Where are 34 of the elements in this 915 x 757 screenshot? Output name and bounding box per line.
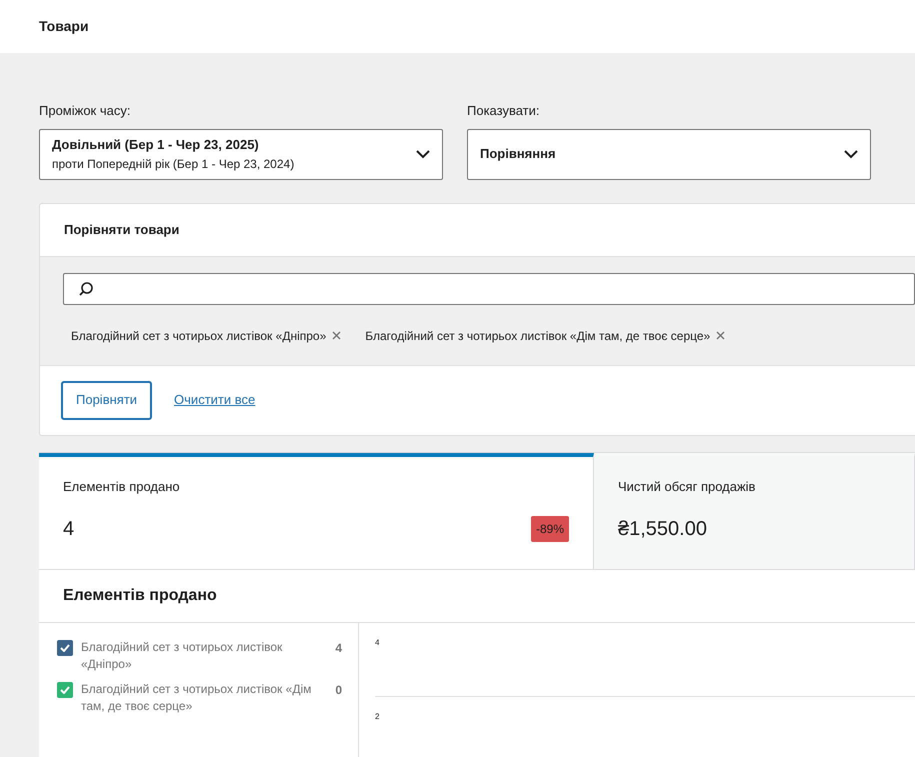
stat-value: 4 — [63, 517, 74, 542]
search-icon — [78, 280, 94, 296]
legend-total: 4 — [335, 640, 342, 656]
dropdown-select[interactable]: Порівняння — [467, 128, 871, 180]
checkmark-icon — [60, 644, 70, 652]
close-icon[interactable] — [716, 331, 726, 340]
legend-total: 0 — [335, 682, 342, 698]
axis-tick-label: 4 — [375, 638, 380, 646]
legend-label: Благодійний сет з чотирьох листівок «Дім там, де твоє серце» — [81, 680, 312, 714]
stat-label: Чистий обсяг продажів — [618, 478, 756, 496]
legend-label: Благодійний сет з чотирьох листівок «Дніпро» — [81, 638, 284, 672]
chevron-down-icon — [844, 150, 858, 158]
close-icon[interactable] — [332, 331, 342, 340]
product-tag: Благодійний сет з чотирьох листівок «Дім там, де твоє серце» — [365, 326, 710, 344]
axis-tick-label: 2 — [375, 712, 380, 721]
checkbox[interactable] — [57, 682, 73, 698]
stat-value: ₴1,550.00 — [618, 517, 707, 542]
checkmark-icon — [60, 686, 70, 694]
compare-button[interactable]: Порівняти — [61, 380, 152, 420]
product-tag: Благодійний сет з чотирьох листівок «Дніпро» — [71, 326, 326, 344]
card-title: Порівняти товари — [64, 220, 180, 239]
checkbox[interactable] — [57, 640, 73, 656]
clear-all-link[interactable]: Очистити все — [174, 390, 256, 410]
chevron-down-icon — [416, 150, 430, 158]
stat-tile[interactable]: Елементів продано 4 -89% — [39, 452, 594, 570]
page-title: Товари — [39, 17, 89, 36]
dropdown-select[interactable]: Довільний (Бер 1 - Чер 23, 2025) проти Попередній рік (Бер 1 - Чер 23, 2024) — [39, 128, 443, 180]
search-field[interactable] — [63, 272, 915, 304]
chart-title: Елементів продано — [63, 586, 217, 606]
stat-tile[interactable]: Чистий обсяг продажів ₴1,550.00 — [594, 452, 915, 570]
filter-label: Проміжок часу: — [39, 102, 132, 120]
stat-label: Елементів продано — [63, 478, 181, 496]
filter-label: Показувати: — [467, 102, 540, 120]
change-badge: -89% — [530, 516, 569, 542]
